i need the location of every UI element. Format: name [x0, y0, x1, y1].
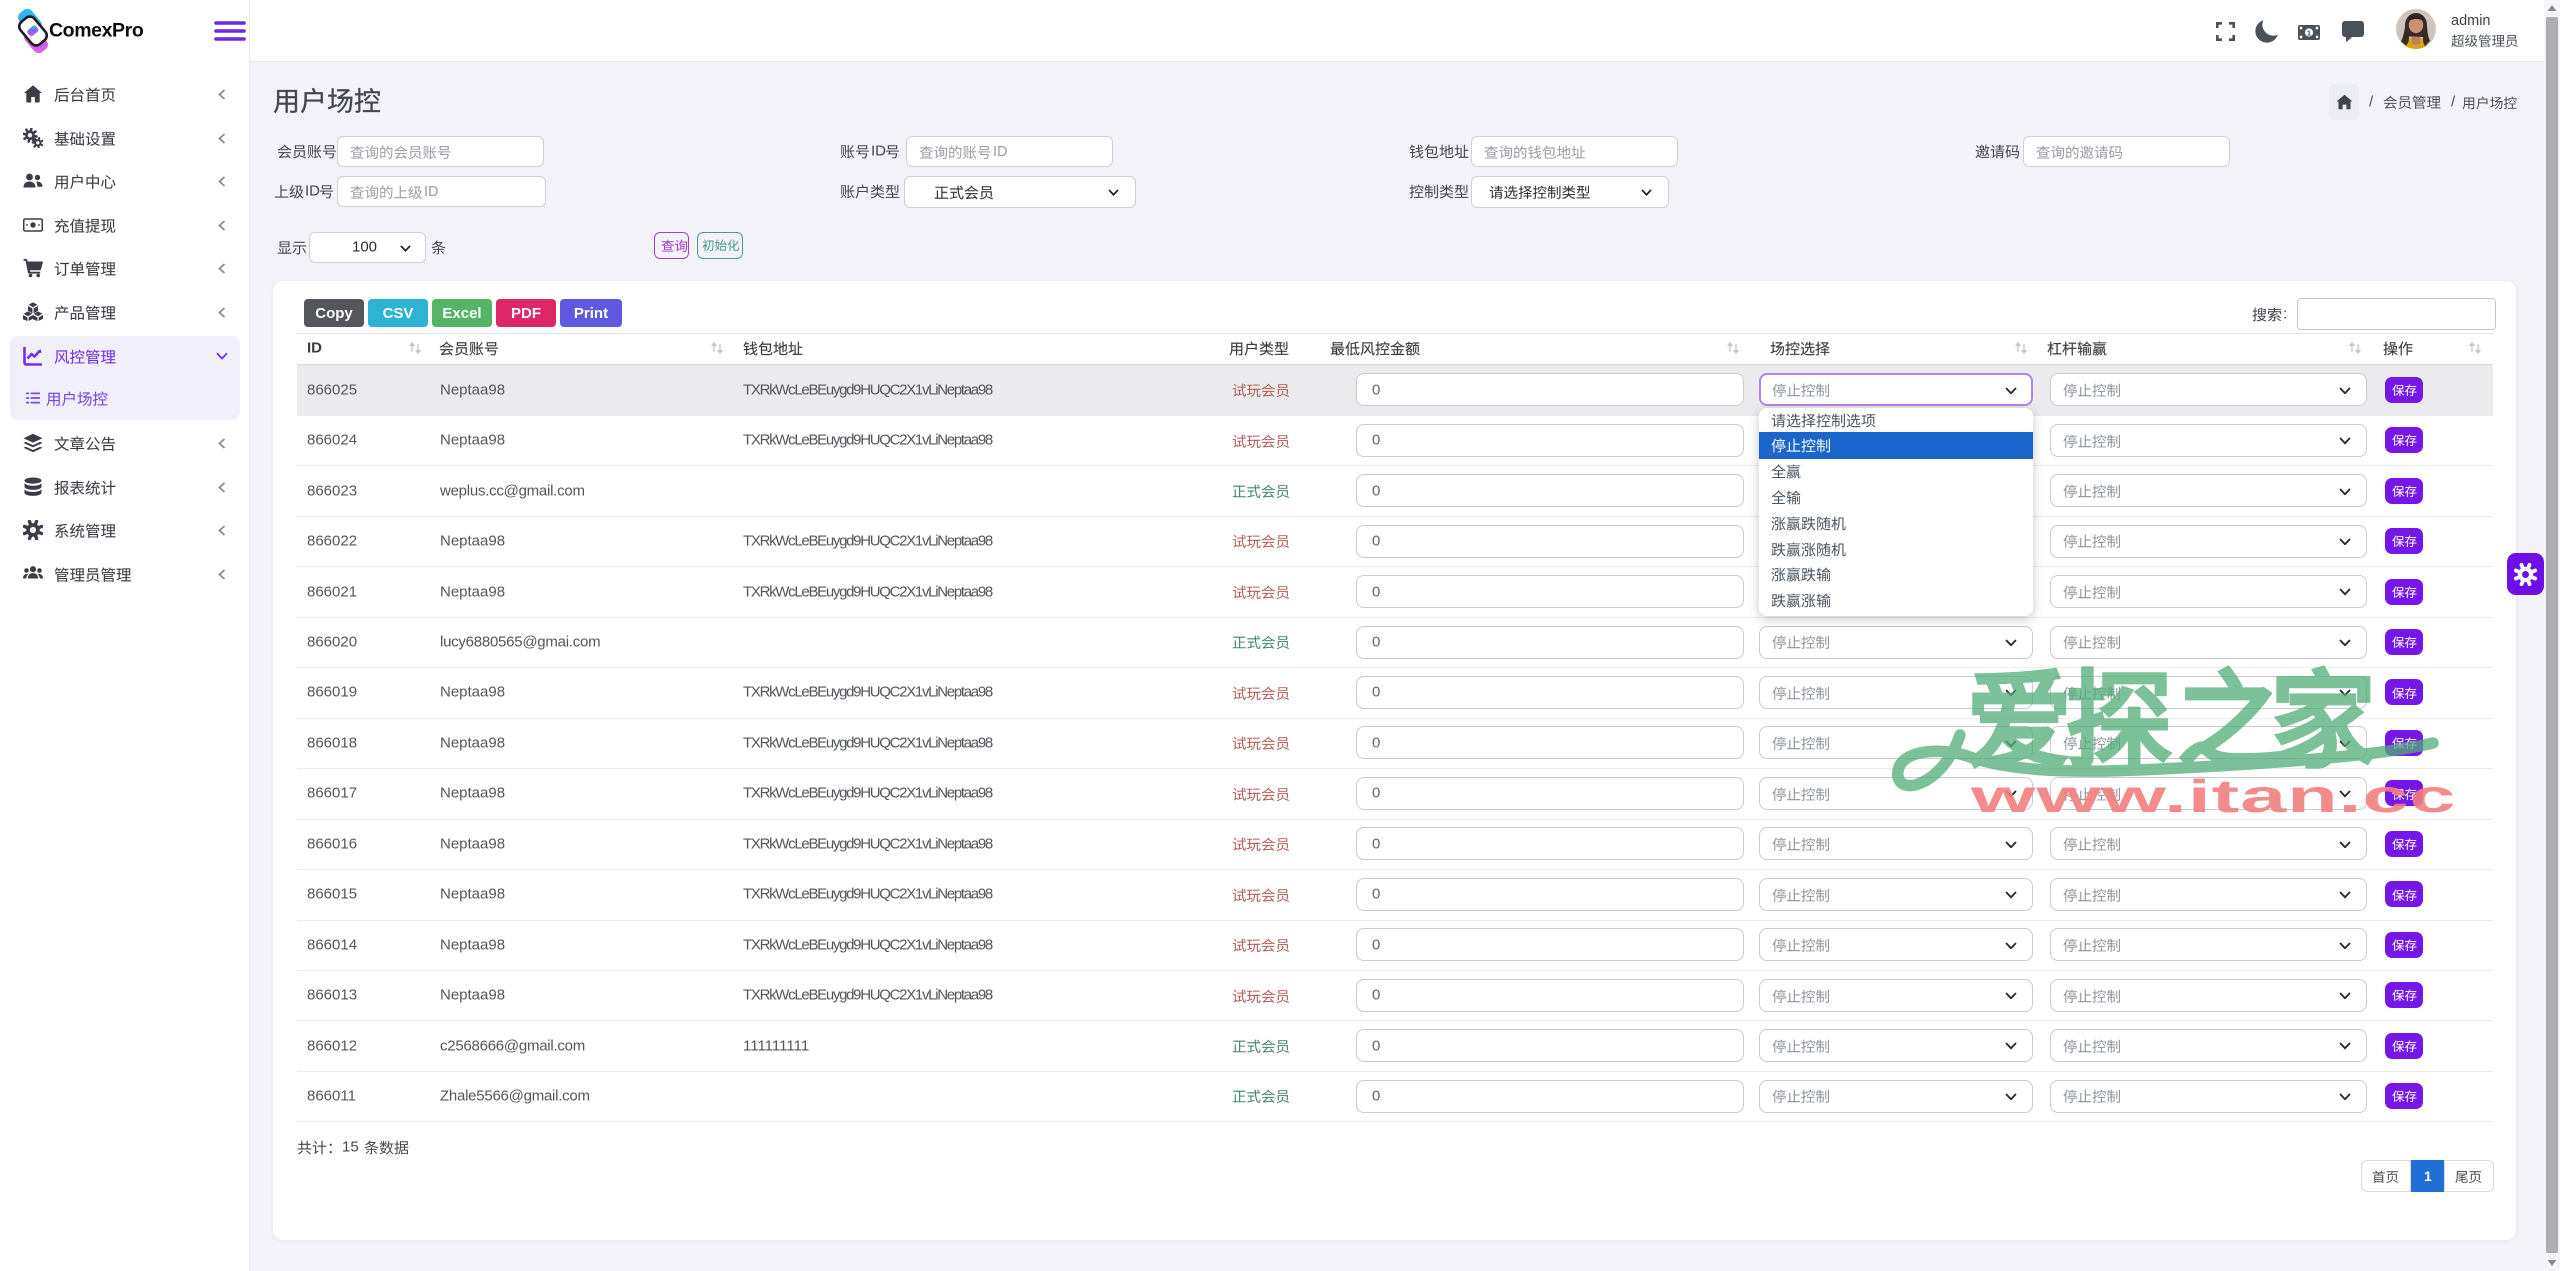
svg-text:1: 1: [2307, 28, 2312, 37]
